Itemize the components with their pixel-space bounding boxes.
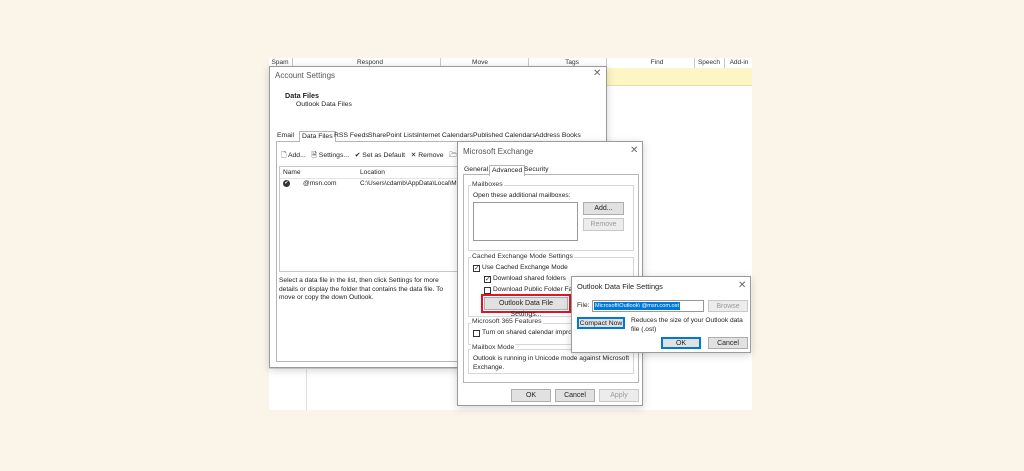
compact-description: Reduces the size of your Outlook data fi… <box>631 317 743 333</box>
additional-mailboxes-list[interactable] <box>473 202 578 241</box>
ribbon-separator <box>724 58 725 68</box>
shared-calendar-checkbox[interactable] <box>473 330 480 337</box>
data-files-list[interactable]: Name Location ✔ @msn.com C:\Users\cdamb\… <box>279 166 462 272</box>
remove-button[interactable]: Remove <box>418 152 443 159</box>
tab-sharepoint-lists[interactable]: SharePoint Lists <box>368 131 418 141</box>
file-label: File: <box>577 302 590 309</box>
remove-icon: ✕ <box>410 152 417 159</box>
settings-icon: 🗎 <box>311 152 317 159</box>
info-bar <box>606 68 752 86</box>
download-shared-checkbox[interactable]: ✓ <box>484 276 491 283</box>
dialog-title: Outlook Data File Settings <box>577 282 663 291</box>
row-location: C:\Users\cdamb\AppData\Local\Mic <box>360 180 462 187</box>
ribbon-group-speech[interactable]: Speech <box>696 58 722 68</box>
mailbox-mode-text: Outlook is running in Unicode mode again… <box>473 355 630 371</box>
outlook-data-file-settings-button[interactable]: Outlook Data File Settings... <box>484 297 568 318</box>
check-circle-icon: ✔ <box>354 152 361 159</box>
table-row[interactable]: ✔ @msn.com C:\Users\cdamb\AppData\Local\… <box>280 180 462 190</box>
dialog-title: Account Settings <box>275 71 336 80</box>
use-cached-label: Use Cached Exchange Mode <box>482 264 568 271</box>
group-label: Microsoft 365 Features <box>471 318 543 325</box>
default-check-icon: ✔ <box>283 180 290 187</box>
compact-now-button[interactable]: Compact Now <box>577 317 625 329</box>
section-title: Data Files <box>285 91 319 100</box>
microsoft-exchange-dialog: Microsoft Exchange ✕ General Advanced Se… <box>457 141 643 406</box>
add-mailbox-button[interactable]: Add... <box>583 202 624 215</box>
cancel-button[interactable]: Cancel <box>708 337 748 349</box>
tab-address-books[interactable]: Address Books <box>535 131 581 141</box>
tab-data-files[interactable]: Data Files <box>299 131 336 142</box>
apply-button[interactable]: Apply <box>599 389 639 402</box>
ribbon-separator <box>694 58 695 68</box>
ok-button[interactable]: OK <box>661 337 701 349</box>
tab-general[interactable]: General <box>464 165 488 175</box>
close-icon[interactable]: ✕ <box>738 280 746 291</box>
column-header-location[interactable]: Location <box>360 169 385 176</box>
header-divider <box>280 178 458 179</box>
toolbar: 🗋 Add... 🗎 Settings... ✔ Set as Default … <box>281 151 469 162</box>
add-button[interactable]: Add... <box>288 152 306 159</box>
settings-button[interactable]: Settings... <box>319 152 349 159</box>
tab-security[interactable]: Security <box>524 165 549 175</box>
group-label: Mailbox Mode <box>471 344 516 351</box>
file-path-selection: Microsoft\Outlook\ @msn.com.ost <box>594 302 681 310</box>
add-icon: 🗋 <box>281 152 287 159</box>
tab-published-calendars[interactable]: Published Calendars <box>473 131 536 141</box>
cancel-button[interactable]: Cancel <box>555 389 595 402</box>
tab-email[interactable]: Email <box>277 131 294 141</box>
divider <box>306 368 307 410</box>
close-icon[interactable]: ✕ <box>593 68 601 79</box>
set-default-button[interactable]: Set as Default <box>362 152 405 159</box>
close-icon[interactable]: ✕ <box>630 145 638 156</box>
dialog-title: Microsoft Exchange <box>463 147 534 156</box>
download-shared-label: Download shared folders <box>493 275 566 282</box>
divider <box>269 368 457 369</box>
help-text: Select a data file in the list, then cli… <box>279 277 444 301</box>
ribbon-group-find[interactable]: Find <box>620 58 694 68</box>
outlook-data-file-settings-dialog: Outlook Data File Settings ✕ File: Micro… <box>571 276 751 353</box>
file-path-field[interactable]: Microsoft\Outlook\ @msn.com.ost <box>592 300 704 312</box>
use-cached-checkbox[interactable]: ✓ <box>473 265 480 272</box>
row-name: @msn.com <box>303 180 337 187</box>
open-additional-label: Open these additional mailboxes: <box>473 192 571 199</box>
tab-internet-calendars[interactable]: Internet Calendars <box>417 131 473 141</box>
tab-rss-feeds[interactable]: RSS Feeds <box>334 131 369 141</box>
group-label: Cached Exchange Mode Settings <box>471 253 574 260</box>
group-label: Mailboxes <box>471 181 504 188</box>
remove-mailbox-button[interactable]: Remove <box>583 218 624 231</box>
download-public-checkbox[interactable] <box>484 287 491 294</box>
ribbon-group-addin[interactable]: Add-in <box>726 58 752 68</box>
tab-strip: General Advanced Security <box>463 165 639 176</box>
browse-button[interactable]: Browse <box>708 300 748 312</box>
section-subtitle: Outlook Data Files <box>296 101 352 108</box>
column-header-name[interactable]: Name <box>283 169 301 176</box>
shared-calendar-label: Turn on shared calendar improve <box>482 329 579 336</box>
ok-button[interactable]: OK <box>511 389 551 402</box>
